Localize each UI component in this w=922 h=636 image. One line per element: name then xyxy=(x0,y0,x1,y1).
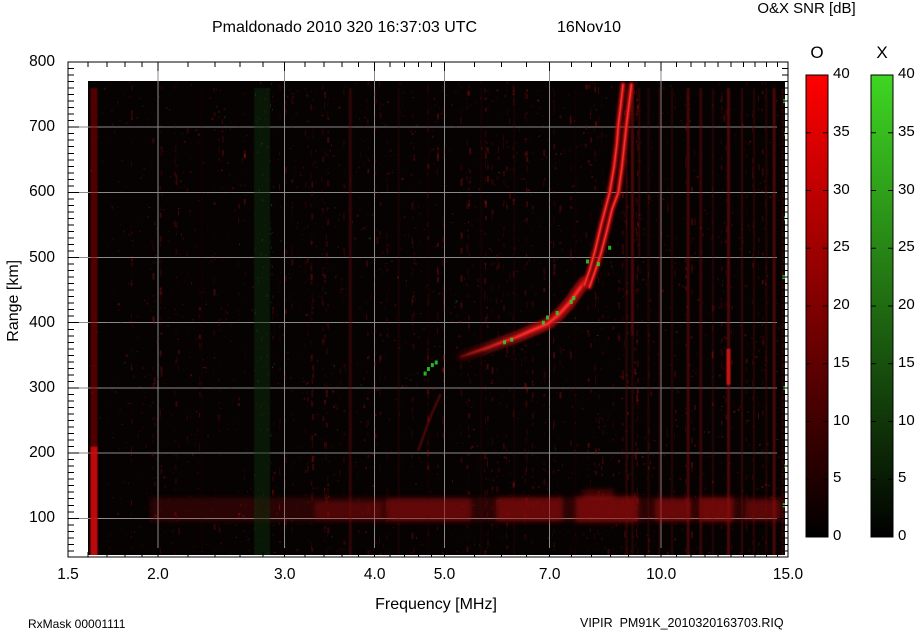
colorbar-o-header: O xyxy=(810,43,824,62)
colorbar-o-tick-label: 0 xyxy=(833,527,842,544)
colorbar-o-tick-label: 25 xyxy=(833,238,850,256)
colorbar-x-tick-label: 35 xyxy=(898,122,915,140)
ionogram-figure: Pmaldonado 2010 320 16:37:03 UTC 16Nov10… xyxy=(0,0,922,636)
colorbar-x-tick-label: 5 xyxy=(898,469,907,487)
filename-footer: VIPIR PM91K_2010320163703.RIQ xyxy=(580,616,784,630)
y-tick-label: 500 xyxy=(29,248,55,266)
colorbar-x-tick-label: 15 xyxy=(898,353,915,371)
x-tick-label: 15.0 xyxy=(772,566,804,583)
y-tick-label: 200 xyxy=(29,444,55,462)
colorbar-o-tick-label: 5 xyxy=(833,469,842,487)
y-tick-label: 300 xyxy=(29,378,55,396)
x-tick-label: 1.5 xyxy=(57,566,79,583)
colorbar-o-tick-label: 15 xyxy=(833,353,850,371)
x-tick-label: 3.0 xyxy=(273,566,296,583)
x-tick-label: 5.0 xyxy=(433,566,456,583)
colorbar-o-tick-label: 20 xyxy=(833,296,850,313)
y-tick-label: 700 xyxy=(29,118,55,136)
x-tick-label: 7.0 xyxy=(538,566,561,583)
colorbar-o xyxy=(805,74,829,538)
y-tick-label: 100 xyxy=(29,509,55,527)
colorbar-x-header: X xyxy=(876,43,888,62)
colorbar-x-tick-label: 10 xyxy=(898,411,915,429)
y-tick-label: 600 xyxy=(29,183,55,201)
colorbar-x-tick-label: 25 xyxy=(898,238,915,256)
x-tick-label: 10.0 xyxy=(646,566,677,583)
colorbar-o-tick-label: 10 xyxy=(833,411,850,429)
colorbar-o-tick-label: 30 xyxy=(833,180,850,198)
y-tick-label: 800 xyxy=(29,53,55,70)
colorbar-o-tick-label: 40 xyxy=(833,65,850,82)
rxmask-footer: RxMask 00001111 xyxy=(28,617,126,631)
colorbar-x-tick-label: 30 xyxy=(898,180,915,198)
colorbar-o-tick-label: 35 xyxy=(833,122,850,140)
colorbar-title: O&X SNR [dB] xyxy=(757,0,856,17)
plot-title: Pmaldonado 2010 320 16:37:03 UTC xyxy=(212,19,478,36)
colorbar-x-tick-label: 20 xyxy=(898,296,915,313)
colorbar-x-tick-label: 40 xyxy=(898,65,915,82)
ionogram-plot xyxy=(67,61,894,558)
data-background xyxy=(88,81,785,555)
x-tick-label: 2.0 xyxy=(147,566,169,583)
x-axis-label: Frequency [MHz] xyxy=(375,596,497,613)
x-tick-label: 4.0 xyxy=(363,566,386,583)
y-tick-label: 400 xyxy=(29,313,55,331)
plot-date: 16Nov10 xyxy=(557,19,622,36)
colorbar-x-tick-label: 0 xyxy=(898,527,907,544)
colorbar-x xyxy=(870,74,894,538)
